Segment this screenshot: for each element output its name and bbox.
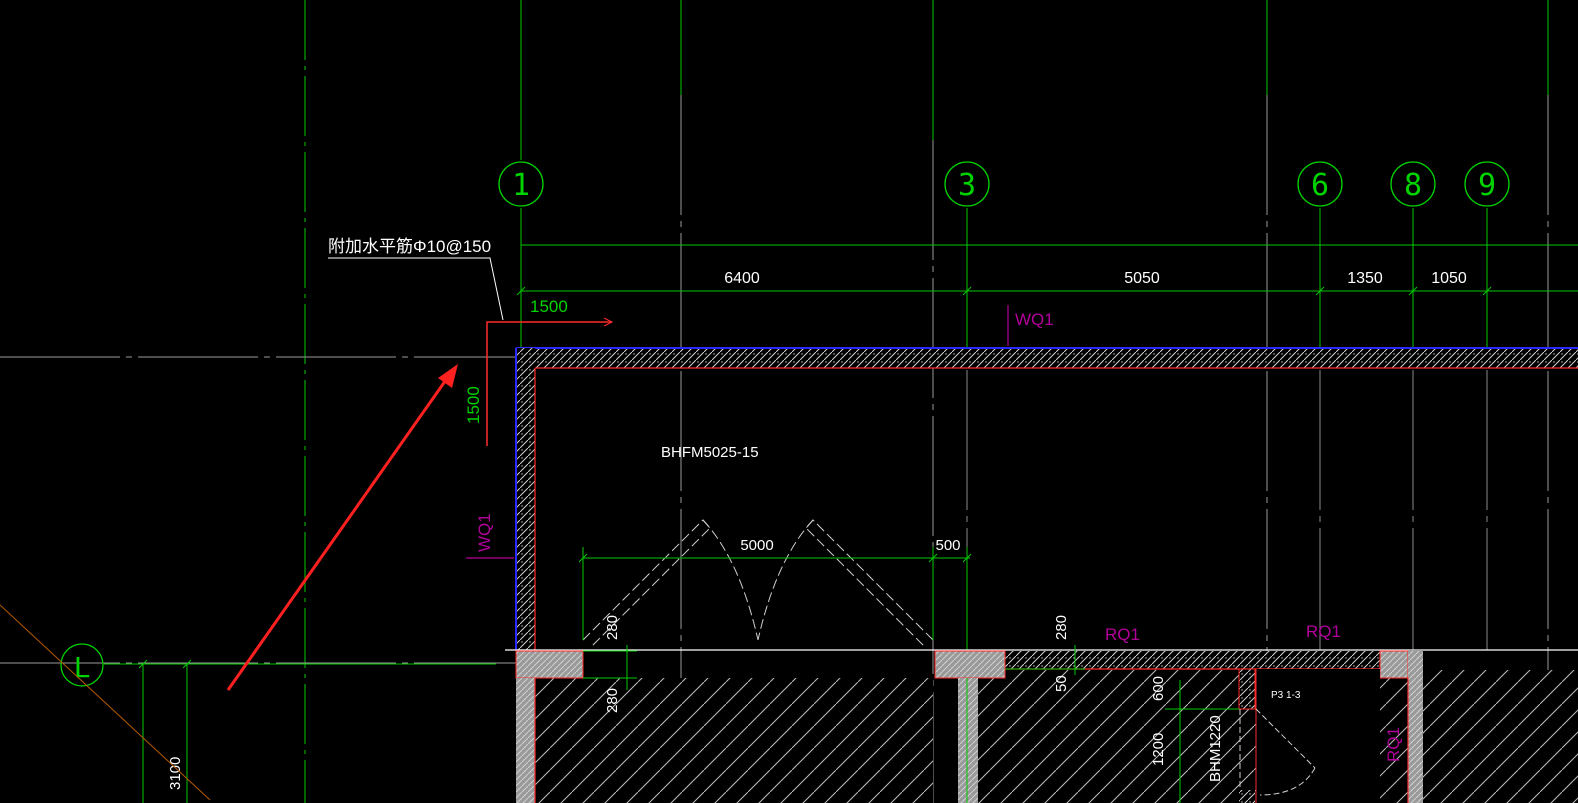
top-wall	[516, 348, 1578, 368]
dim-280-c: 280	[1053, 615, 1070, 640]
column-right-wall	[1408, 651, 1423, 803]
axis-label-9: 9	[1478, 168, 1496, 203]
dim-1500-horizontal: 1500	[530, 297, 568, 316]
lower-hatch-left	[535, 678, 933, 803]
column-left-wall	[516, 678, 535, 803]
wq1-left-label: WQ1	[475, 513, 494, 552]
rebar-note: 附加水平筋Φ10@150	[328, 237, 491, 256]
column-mid-wall	[958, 678, 978, 803]
wq1-top-label: WQ1	[1015, 310, 1054, 329]
dim-1500-vertical: 1500	[464, 386, 483, 424]
dim-1050: 1050	[1431, 270, 1467, 287]
dim-1350: 1350	[1347, 270, 1383, 287]
rq1-label-c: RQ1	[1384, 727, 1403, 762]
dim-5000: 5000	[740, 537, 773, 554]
door-bhm-label: BHM1220	[1207, 715, 1224, 782]
rq1-label-b: RQ1	[1306, 622, 1341, 641]
column-right	[1379, 650, 1409, 679]
small-room	[1238, 668, 1380, 803]
axis-label-L: L	[74, 651, 91, 684]
dim-5050: 5050	[1124, 270, 1160, 287]
column-left	[515, 650, 584, 679]
dim-6400: 6400	[724, 270, 760, 287]
axis-label-6: 6	[1311, 168, 1329, 203]
column-mid	[934, 650, 1006, 679]
dim-280-b: 280	[604, 688, 621, 713]
lower-wall-strip	[1005, 651, 1380, 669]
small-room-note: P3 1-3	[1271, 690, 1301, 701]
rq1-label-a: RQ1	[1105, 625, 1140, 644]
dim-280-a: 280	[604, 615, 621, 640]
axis-label-1: 1	[512, 168, 530, 203]
dim-1200: 1200	[1150, 733, 1167, 766]
dim-50: 50	[1053, 675, 1070, 692]
dim-500: 500	[935, 537, 960, 554]
dim-600: 600	[1150, 676, 1167, 701]
door-bhfm-label: BHFM5025-15	[661, 444, 759, 461]
cad-drawing-canvas[interactable]: 1 3 6 8 9 L 3100 6400 5050 1350 1050 附加水…	[0, 0, 1578, 803]
axis-label-8: 8	[1404, 168, 1422, 203]
axis-label-3: 3	[958, 168, 976, 203]
left-wall	[516, 348, 535, 650]
